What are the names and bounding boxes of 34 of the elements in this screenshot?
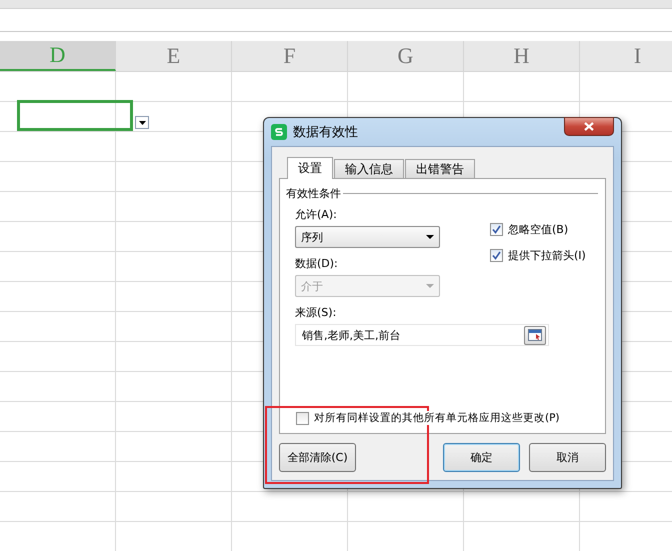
range-select-icon	[528, 329, 542, 341]
source-label: 来源(S):	[295, 305, 338, 320]
column-header[interactable]: F	[232, 41, 348, 71]
caret-icon	[138, 120, 146, 124]
column-header[interactable]: E	[116, 41, 232, 71]
allow-label: 允许(A):	[295, 207, 338, 222]
checkbox-label: 对所有同样设置的其他所有单元格应用这些更改(P)	[314, 411, 560, 425]
checkbox[interactable]	[490, 223, 503, 236]
range-picker-button[interactable]	[524, 326, 546, 344]
column-header[interactable]: G	[348, 41, 464, 71]
close-icon	[584, 122, 594, 131]
group-label: 有效性条件	[286, 186, 341, 201]
source-field[interactable]: 销售,老师,美工,前台	[295, 324, 549, 346]
selected-cell[interactable]	[17, 100, 133, 131]
caret-icon	[426, 235, 434, 239]
column-header[interactable]: I	[580, 41, 672, 71]
tab[interactable]: 出错警告	[405, 159, 475, 178]
checkbox-label: 提供下拉箭头(I)	[508, 248, 586, 263]
allow-dropdown[interactable]: 序列	[295, 226, 440, 248]
app-icon	[271, 124, 287, 140]
cell-dropdown-button[interactable]	[135, 116, 149, 129]
close-button[interactable]	[564, 117, 614, 136]
tab[interactable]: 输入信息	[334, 159, 404, 178]
column-header[interactable]: H	[464, 41, 580, 71]
ok-button[interactable]: 确定	[443, 443, 520, 472]
checkbox[interactable]	[296, 412, 309, 424]
data-label: 数据(D):	[295, 256, 339, 271]
checkbox-label: 忽略空值(B)	[508, 222, 568, 237]
clear-all-button[interactable]: 全部清除(C)	[279, 443, 356, 472]
checkbox[interactable]	[490, 249, 503, 262]
tab[interactable]: 设置	[287, 157, 333, 179]
caret-icon	[426, 284, 434, 288]
window-title: 数据有效性	[293, 124, 358, 141]
cancel-button[interactable]: 取消	[529, 443, 606, 472]
